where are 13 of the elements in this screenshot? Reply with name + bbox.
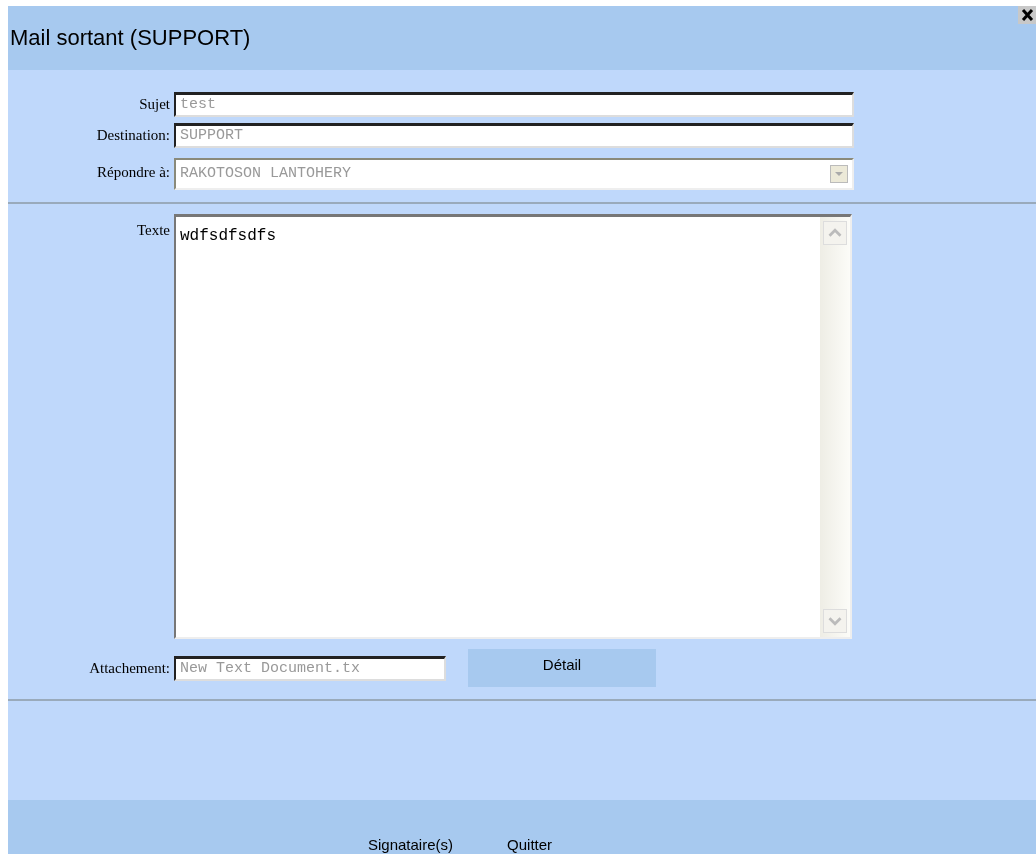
footer-button[interactable]: Signataire(s) — [368, 836, 454, 854]
footer-button[interactable]: Quitter — [507, 836, 553, 854]
close-icon[interactable] — [1018, 6, 1036, 24]
field-label: Attachement: — [88, 659, 171, 677]
text-area[interactable]: wdfsdfsdfs — [174, 214, 852, 639]
field-label: Destination: — [95, 127, 171, 144]
scroll-down-icon[interactable] — [823, 609, 847, 633]
field-label: Répondre à: — [96, 163, 171, 181]
scroll-up-icon[interactable] — [823, 221, 847, 245]
window-title: Mail sortant (SUPPORT) — [9, 25, 251, 51]
field-label: Sujet — [138, 96, 171, 113]
scrollbar[interactable] — [820, 217, 850, 637]
field-label: Texte — [135, 221, 171, 239]
